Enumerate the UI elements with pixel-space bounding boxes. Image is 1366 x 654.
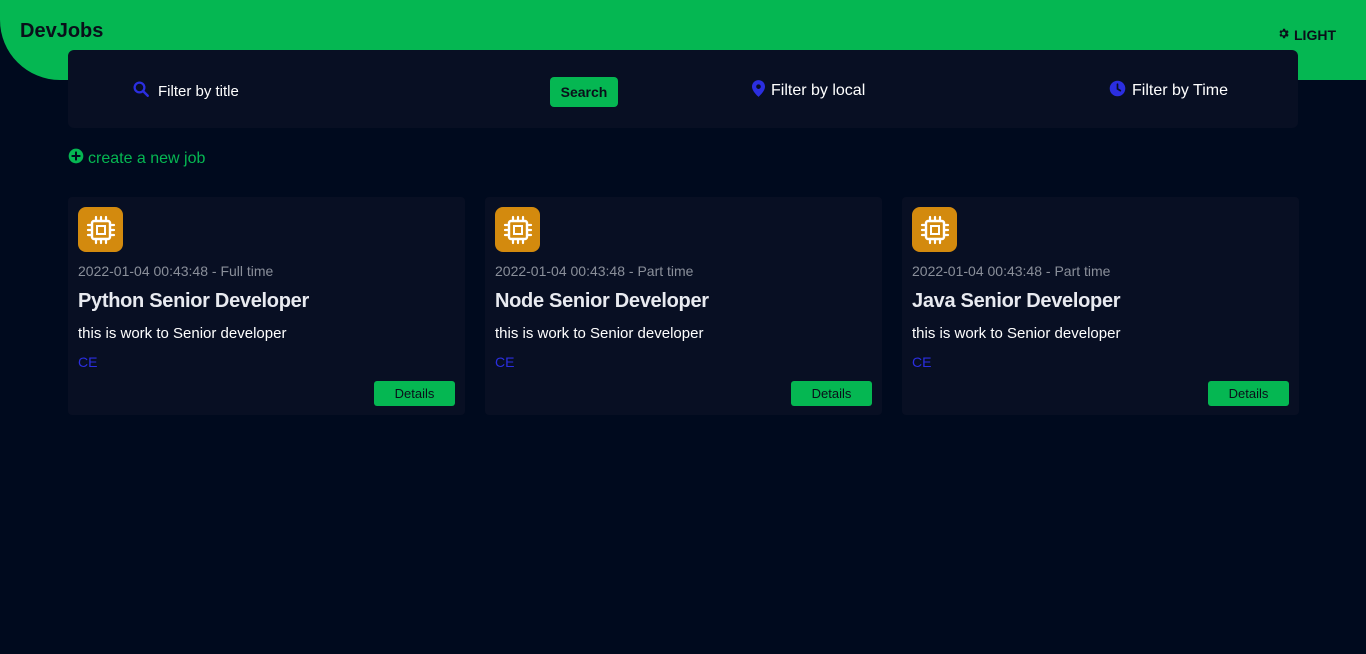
job-card: 2022-01-04 00:43:48 - Part time Java Sen… (902, 197, 1299, 415)
title-filter (132, 80, 418, 103)
search-icon (132, 80, 150, 103)
job-description: this is work to Senior developer (78, 325, 287, 342)
job-title[interactable]: Node Senior Developer (495, 290, 709, 313)
job-description: this is work to Senior developer (912, 325, 1121, 342)
time-filter-label: Filter by Time (1132, 82, 1229, 99)
job-card: 2022-01-04 00:43:48 - Full time Python S… (68, 197, 465, 415)
cpu-chip-icon (78, 207, 123, 252)
job-card: 2022-01-04 00:43:48 - Part time Node Sen… (485, 197, 882, 415)
plus-circle-icon (68, 148, 84, 169)
time-filter[interactable]: Filter by Time (1109, 80, 1228, 102)
job-location: CE (912, 354, 932, 370)
cpu-chip-icon (495, 207, 540, 252)
theme-toggle-label: LIGHT (1294, 27, 1336, 43)
title-filter-input[interactable] (158, 83, 418, 100)
cpu-chip-icon (912, 207, 957, 252)
job-title[interactable]: Java Senior Developer (912, 290, 1121, 313)
details-button[interactable]: Details (374, 381, 455, 406)
job-description: this is work to Senior developer (495, 325, 704, 342)
create-job-label: create a new job (88, 149, 206, 167)
job-location: CE (78, 354, 98, 370)
app-logo[interactable]: DevJobs (20, 20, 103, 43)
job-list: 2022-01-04 00:43:48 - Full time Python S… (68, 197, 1299, 415)
map-pin-icon (752, 80, 765, 102)
location-filter[interactable]: Filter by local (752, 80, 865, 102)
job-meta: 2022-01-04 00:43:48 - Part time (495, 263, 694, 279)
create-job-link[interactable]: create a new job (68, 148, 205, 169)
job-meta: 2022-01-04 00:43:48 - Full time (78, 263, 274, 279)
gear-icon (1277, 27, 1290, 43)
location-filter-label: Filter by local (771, 82, 866, 99)
details-button[interactable]: Details (1208, 381, 1289, 406)
search-button[interactable]: Search (550, 77, 618, 107)
filter-bar: Search Filter by local Filter by Time (68, 50, 1298, 128)
job-meta: 2022-01-04 00:43:48 - Part time (912, 263, 1111, 279)
job-title[interactable]: Python Senior Developer (78, 290, 309, 313)
job-location: CE (495, 354, 515, 370)
theme-toggle-button[interactable]: LIGHT (1277, 27, 1336, 43)
details-button[interactable]: Details (791, 381, 872, 406)
clock-icon (1109, 80, 1126, 102)
